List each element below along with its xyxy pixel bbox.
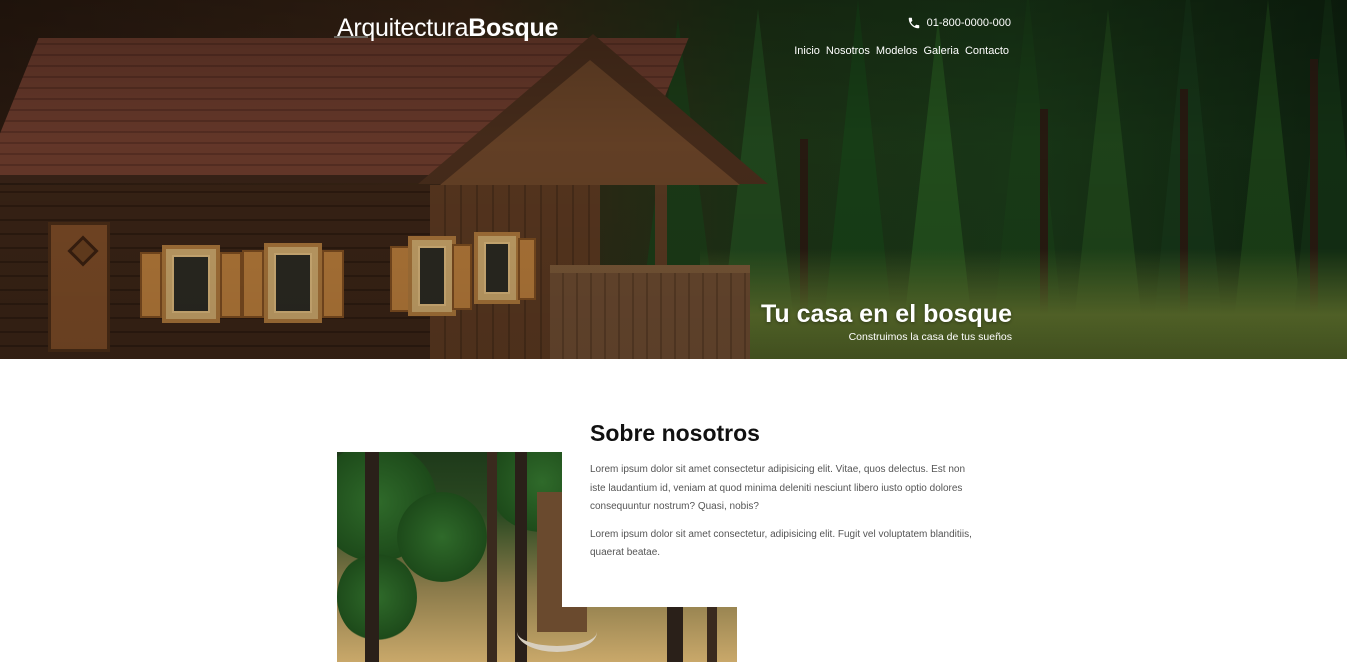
about-card: Sobre nosotros Lorem ipsum dolor sit ame… [562, 404, 1002, 607]
brand-bold: Bosque [468, 14, 559, 42]
phone-icon [908, 17, 919, 29]
about-title: Sobre nosotros [590, 420, 760, 446]
phone-contact[interactable]: 01-800-0000-000 [907, 16, 1011, 30]
main-nav: Inicio Nosotros Modelos Galeria Contacto [794, 45, 1009, 57]
hero-banner: ArquitecturaBosque 01-800-0000-000 Inici… [0, 0, 1347, 359]
nav-link-galeria[interactable]: Galeria [924, 45, 959, 57]
about-paragraph-1: Lorem ipsum dolor sit amet consectetur a… [590, 464, 966, 512]
nav-link-inicio[interactable]: Inicio [794, 45, 820, 57]
hero-tagline: Tu casa en el bosque Construimos la casa… [761, 300, 1012, 343]
about-paragraph-2: Lorem ipsum dolor sit amet consectetur, … [590, 528, 972, 559]
hero-title: Tu casa en el bosque [760, 300, 1012, 328]
hero-subtitle: Construimos la casa de tus sueños [848, 331, 1012, 343]
nav-link-nosotros[interactable]: Nosotros [826, 45, 870, 57]
brand-logo[interactable]: ArquitecturaBosque [337, 14, 558, 43]
brand-light: Arquitectura [337, 14, 469, 42]
nav-link-modelos[interactable]: Modelos [876, 45, 918, 57]
about-section: Sobre nosotros Lorem ipsum dolor sit ame… [0, 359, 1347, 662]
nav-link-contacto[interactable]: Contacto [965, 45, 1009, 57]
phone-number: 01-800-0000-000 [926, 17, 1011, 29]
